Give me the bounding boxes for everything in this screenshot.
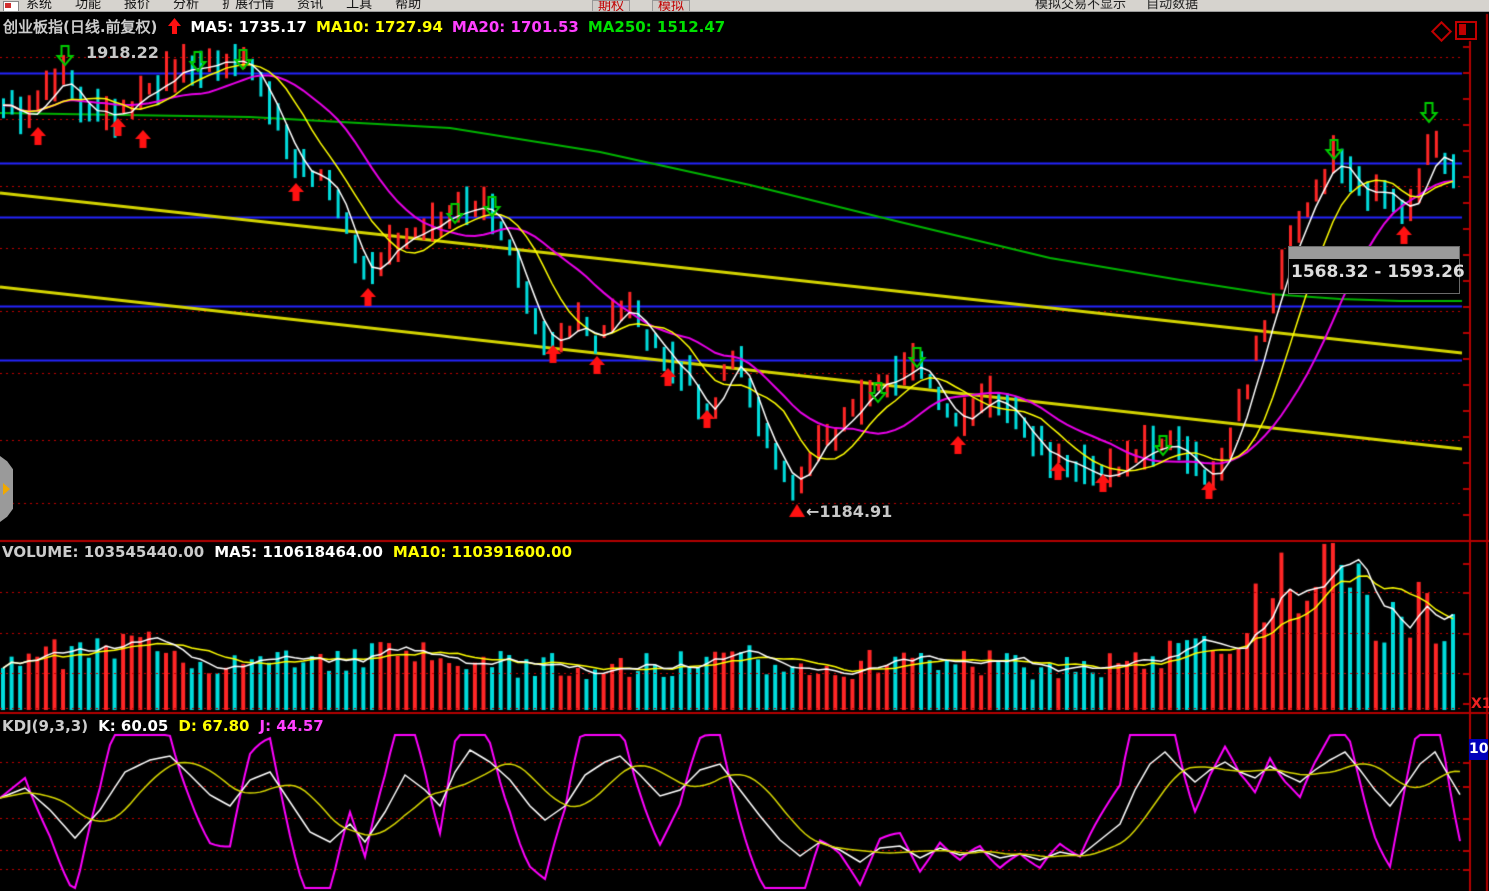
ma10-value: MA10: 1727.94 [316,18,443,36]
split-window-icon[interactable] [1455,21,1477,40]
menu-status-text: 模拟交易不显示 自动数据 [1035,0,1214,12]
menu-item-news[interactable]: 资讯 [297,0,323,12]
menu-button-simulation-label: 模拟 [658,0,684,12]
main-pane-header: 创业板指(日线.前复权) MA5: 1735.17 MA10: 1727.94 MA2… [3,16,734,38]
menu-item-quote[interactable]: 报价 [124,0,150,12]
menu-item-tools[interactable]: 工具 [346,0,372,12]
chart-canvas[interactable] [0,0,1489,891]
menu-button-options-label: 期权 [598,0,624,12]
volume-scale-label: X1 [1471,696,1489,712]
up-arrow-icon [168,18,181,38]
low-price-label: ←1184.91 [806,502,892,521]
kdj-j-value: J: 44.57 [260,717,324,735]
trading-app-window: { "menu": { "items": ["系统","功能","报价","分析… [0,0,1489,891]
menu-button-simulation[interactable]: 模拟 [652,0,690,12]
kdj-scale-label: 100 [1469,739,1488,760]
menu-item-function[interactable]: 功能 [75,0,101,12]
price-range-tooltip: 1568.32 - 1593.26 [1288,246,1460,294]
menu-items: 系统 功能 报价 分析 扩展行情 资讯 工具 帮助 [26,0,444,12]
tooltip-range-text: 1568.32 - 1593.26 [1289,259,1459,282]
menu-item-analysis[interactable]: 分析 [173,0,199,12]
volume-value: VOLUME: 103545440.00 [2,543,204,561]
menu-button-options[interactable]: 期权 [592,0,630,12]
menu-item-extended[interactable]: 扩展行情 [222,0,274,12]
symbol-title: 创业板指(日线.前复权) [3,18,157,36]
menu-item-help[interactable]: 帮助 [395,0,421,12]
volume-ma5-value: MA5: 110618464.00 [214,543,383,561]
kdj-pane-header: KDJ(9,3,3) K: 60.05 D: 67.80 J: 44.57 [2,717,334,735]
menu-item-system[interactable]: 系统 [26,0,52,12]
status-text-right: 自动数据 [1146,0,1198,12]
ma20-value: MA20: 1701.53 [452,18,579,36]
volume-ma10-value: MA10: 110391600.00 [393,543,572,561]
kdj-name: KDJ(9,3,3) [2,717,88,735]
ma250-value: MA250: 1512.47 [588,18,725,36]
tooltip-drag-bar[interactable] [1289,247,1459,259]
volume-pane-header: VOLUME: 103545440.00 MA5: 110618464.00 MA1… [2,543,582,561]
app-icon[interactable] [3,1,19,12]
high-price-label: 1918.22 [86,43,159,62]
status-text-left: 模拟交易不显示 [1035,0,1126,12]
kdj-k-value: K: 60.05 [98,717,168,735]
menu-bar: 系统 功能 报价 分析 扩展行情 资讯 工具 帮助 期权 模拟 模拟交易不显示 自动数据 [0,0,1489,12]
ma5-value: MA5: 1735.17 [190,18,307,36]
kdj-d-value: D: 67.80 [178,717,249,735]
expand-arrow-icon [3,483,10,495]
